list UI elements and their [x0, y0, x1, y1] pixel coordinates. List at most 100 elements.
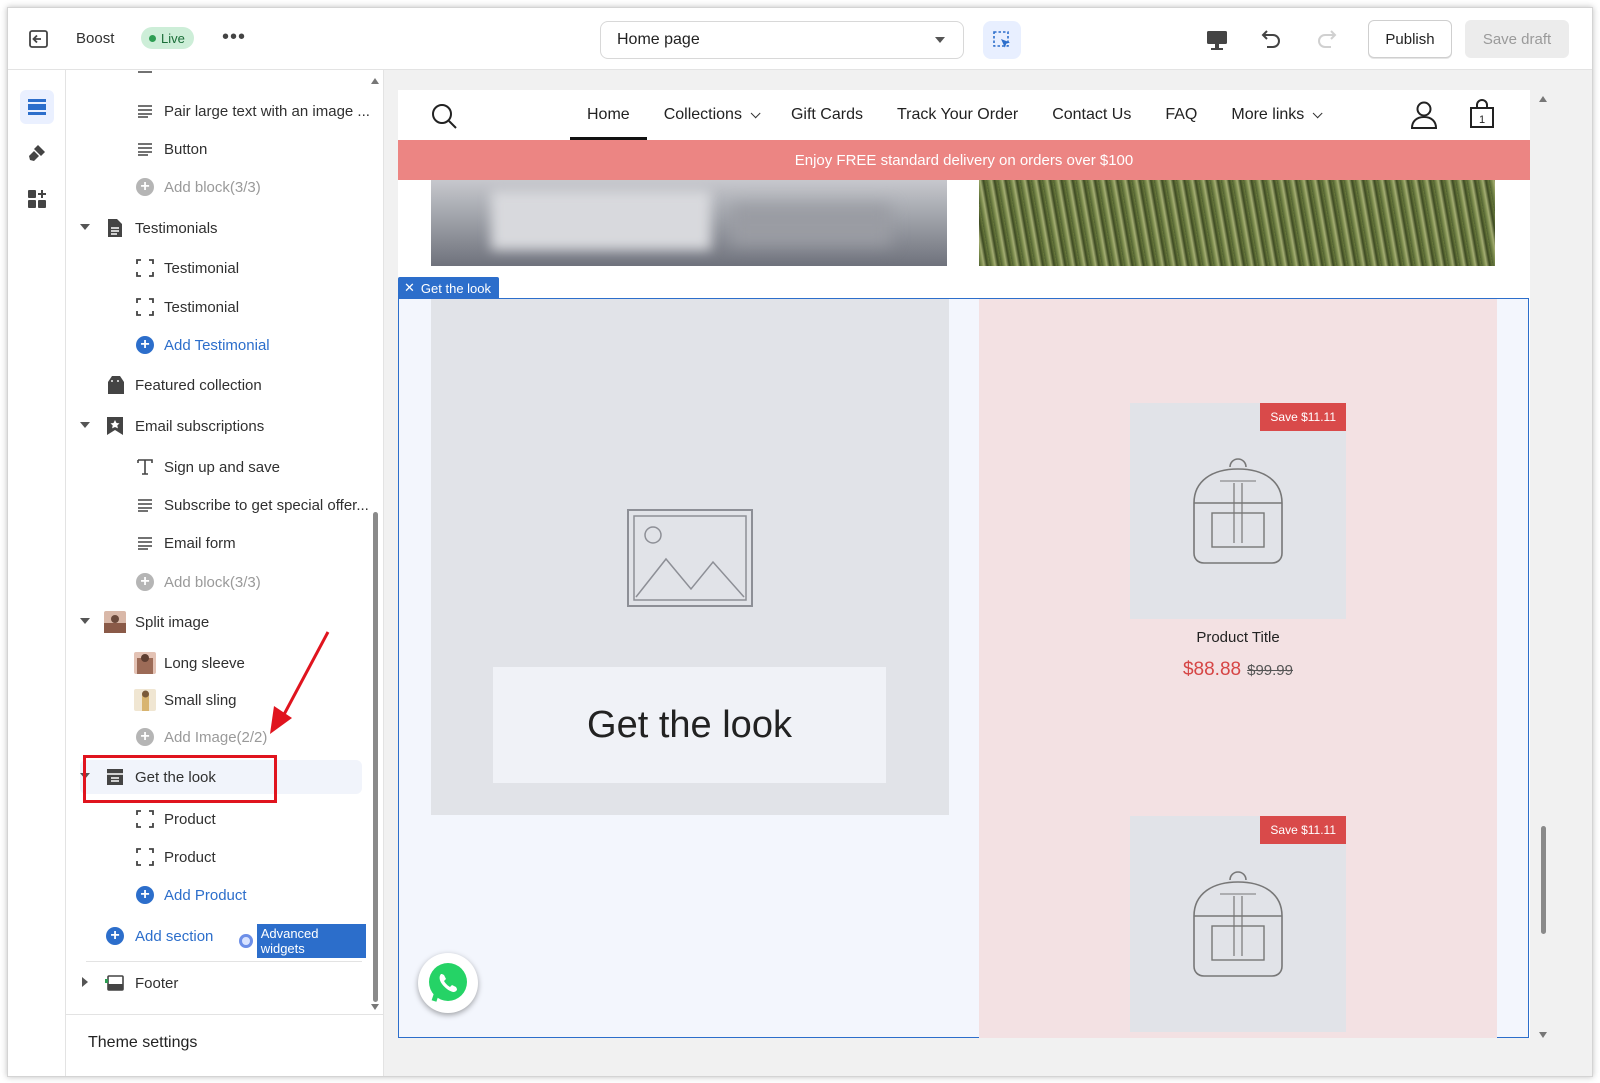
add-product-button[interactable]: + Add Product — [66, 878, 366, 912]
store-name: Boost — [76, 30, 115, 47]
theme-settings-link[interactable]: Theme settings — [88, 1034, 197, 1052]
page-selector[interactable]: Home page — [600, 21, 964, 59]
backpack-icon — [1186, 866, 1290, 983]
get-the-look-title: Get the look — [493, 667, 886, 783]
sections-sidebar: Pair large text with an image ... Button… — [66, 70, 384, 1076]
scroll-up-icon[interactable] — [1539, 96, 1547, 102]
close-icon[interactable]: ✕ — [404, 280, 415, 296]
add-block-button[interactable]: + Add block(3/3) — [66, 170, 366, 204]
scrollbar-thumb[interactable] — [1541, 826, 1546, 934]
nav-track-order[interactable]: Track Your Order — [880, 90, 1035, 140]
tree-section-footer[interactable]: Footer — [66, 966, 366, 1000]
small-sling-thumb-icon — [134, 689, 156, 711]
text-t-icon — [134, 456, 156, 478]
exit-icon[interactable] — [26, 26, 52, 52]
annotation-arrow — [270, 631, 330, 734]
main-menu: Home Collections Gift Cards Track Your O… — [570, 90, 1336, 140]
tree-block-button[interactable]: Button — [66, 132, 366, 166]
bracket-frame-icon — [134, 846, 156, 868]
tree-block-email-form[interactable]: Email form — [66, 526, 366, 560]
undo-icon[interactable] — [1256, 26, 1284, 54]
plus-circle-icon: + — [134, 334, 156, 356]
plus-circle-icon: + — [134, 726, 156, 748]
add-testimonial-button[interactable]: + Add Testimonial — [66, 328, 366, 362]
get-the-look-section[interactable]: Get the look Save $11.11 Product Title $… — [398, 298, 1529, 1038]
top-bar: Boost Live ••• Home page Publish Save dr… — [8, 8, 1592, 70]
store-header: Home Collections Gift Cards Track Your O… — [398, 90, 1530, 140]
tree-section-testimonials[interactable]: Testimonials — [66, 211, 366, 245]
text-lines-icon — [134, 138, 156, 160]
nav-more-links[interactable]: More links — [1214, 90, 1336, 140]
chevron-down-icon[interactable] — [80, 224, 90, 230]
nav-gift-cards[interactable]: Gift Cards — [774, 90, 880, 140]
chevron-right-icon[interactable] — [82, 977, 88, 987]
editor-icon-rail — [8, 70, 66, 1076]
radio-dot-icon — [239, 934, 253, 948]
selected-section-tag[interactable]: ✕ Get the look — [398, 277, 500, 299]
publish-button[interactable]: Publish — [1368, 20, 1452, 58]
nav-collections[interactable]: Collections — [647, 90, 774, 140]
app-blocks-icon[interactable] — [20, 182, 54, 216]
inspector-toggle-button[interactable] — [983, 21, 1021, 59]
preview-scrollbar[interactable] — [1539, 96, 1547, 1038]
footer-icon — [104, 972, 126, 994]
nav-home[interactable]: Home — [570, 90, 647, 140]
divider — [66, 1014, 383, 1015]
document-icon — [104, 217, 126, 239]
compare-at-price: $99.99 — [1247, 662, 1293, 679]
product-card-image[interactable]: Save $11.11 — [1130, 403, 1346, 619]
nav-faq[interactable]: FAQ — [1148, 90, 1214, 140]
chevron-down-icon — [1312, 107, 1323, 118]
scroll-up-icon[interactable] — [371, 78, 379, 84]
tree-block-sign-up[interactable]: Sign up and save — [66, 450, 366, 484]
text-lines-icon — [134, 100, 156, 122]
bracket-frame-icon — [134, 296, 156, 318]
add-block-button[interactable]: + Add block(3/3) — [66, 565, 366, 599]
get-the-look-products: Save $11.11 Product Title $88.88 $99.99 S… — [979, 299, 1497, 1038]
scroll-down-icon[interactable] — [371, 1004, 379, 1010]
theme-style-icon[interactable] — [20, 136, 54, 170]
plus-circle-icon: + — [134, 176, 156, 198]
collection-tag-icon — [104, 374, 126, 396]
tree-block-product-2[interactable]: Product — [66, 840, 366, 874]
bookmark-star-icon — [104, 415, 126, 437]
tree-block-testimonial-2[interactable]: Testimonial — [66, 290, 366, 324]
chevron-down-icon — [750, 107, 761, 118]
sale-badge: Save $11.11 — [1260, 403, 1346, 431]
split-image-right-photo — [979, 180, 1495, 266]
tree-section-featured-collection[interactable]: Featured collection — [66, 368, 366, 402]
scroll-down-icon[interactable] — [1539, 1032, 1547, 1038]
chevron-down-icon[interactable] — [80, 618, 90, 624]
scrollbar-thumb[interactable] — [373, 512, 378, 1002]
search-icon[interactable] — [430, 102, 458, 135]
tree-section-email-subscriptions[interactable]: Email subscriptions — [66, 409, 366, 443]
chevron-down-icon[interactable] — [80, 422, 90, 428]
plus-circle-icon: + — [134, 571, 156, 593]
nav-contact-us[interactable]: Contact Us — [1035, 90, 1148, 140]
split-image-left-photo — [431, 180, 947, 266]
tree-block-pair-large-text[interactable]: Pair large text with an image ... — [66, 94, 370, 128]
sidebar-scrollbar[interactable] — [371, 78, 379, 1010]
get-the-look-image: Get the look — [431, 299, 949, 815]
theme-editor-window: Boost Live ••• Home page Publish Save dr… — [7, 7, 1593, 1077]
whatsapp-chat-button[interactable] — [418, 953, 478, 1013]
redo-icon[interactable] — [1314, 26, 1342, 54]
cart-icon[interactable]: 1 — [1468, 99, 1496, 134]
advanced-widgets-tag[interactable]: Advanced widgets — [239, 924, 366, 958]
save-draft-button[interactable]: Save draft — [1465, 20, 1569, 58]
text-lines-icon — [134, 532, 156, 554]
product-title[interactable]: Product Title — [1130, 629, 1346, 646]
whatsapp-icon — [429, 963, 467, 1002]
tree-block-testimonial-1[interactable]: Testimonial — [66, 251, 366, 285]
chevron-down-icon — [935, 37, 945, 43]
divider — [86, 961, 362, 962]
more-actions-icon[interactable]: ••• — [222, 26, 246, 49]
tree-block-product-1[interactable]: Product — [66, 802, 366, 836]
account-icon[interactable] — [1410, 100, 1438, 135]
tree-block-subscribe-text[interactable]: Subscribe to get special offer... — [66, 488, 369, 522]
sections-icon[interactable] — [20, 90, 54, 124]
annotation-highlight-box — [83, 755, 277, 803]
text-lines-icon — [134, 70, 156, 80]
desktop-view-icon[interactable] — [1203, 26, 1231, 54]
product-card-image[interactable]: Save $11.11 — [1130, 816, 1346, 1032]
